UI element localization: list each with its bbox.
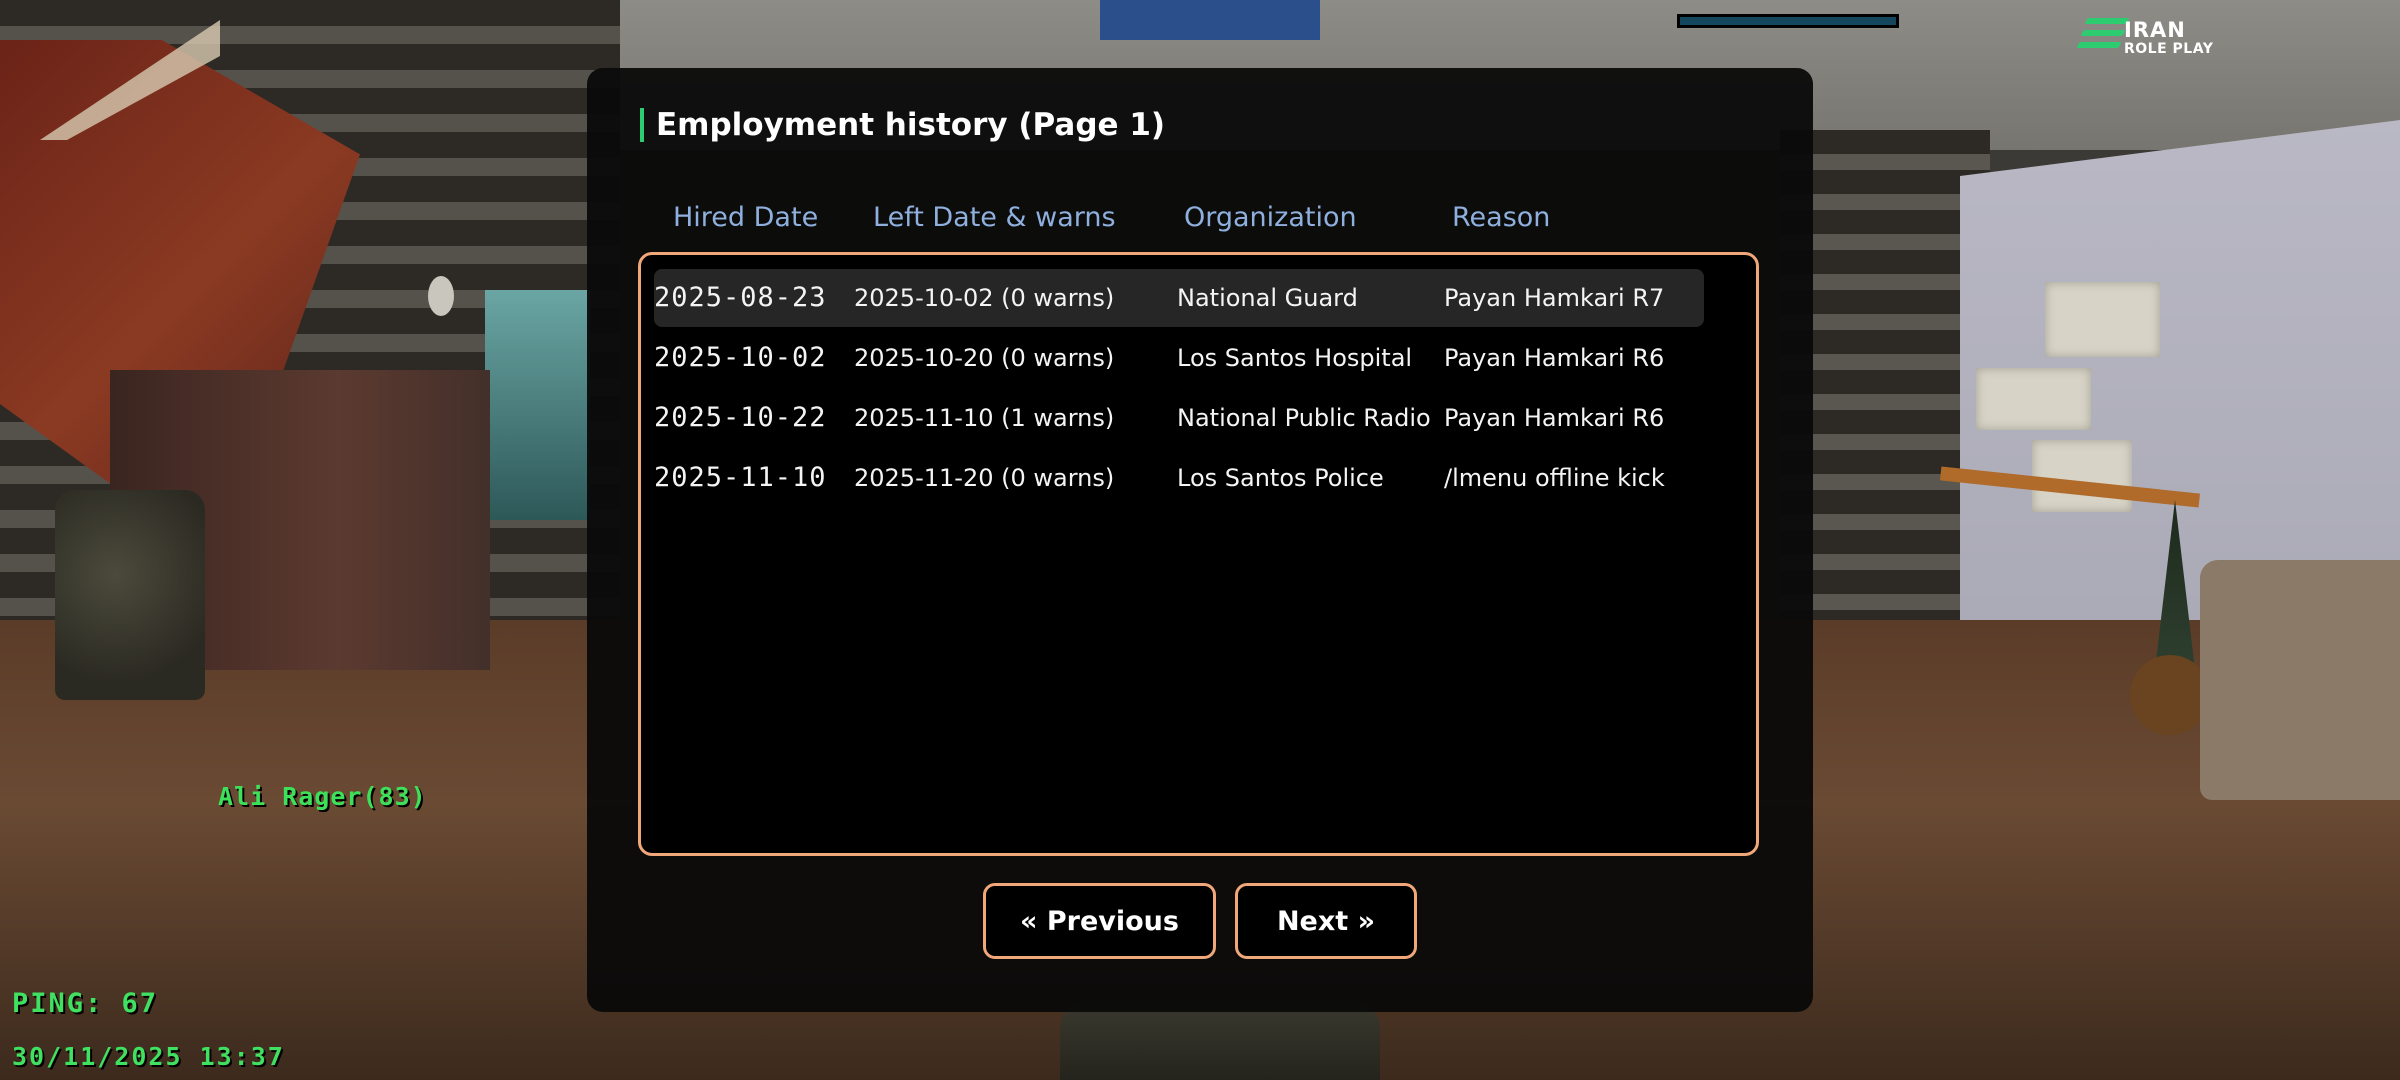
column-header-hired-date: Hired Date [673,202,819,233]
cell-reason: Payan Hamkari R6 [1444,344,1665,372]
window [485,290,590,520]
cell-hired-date: 2025-10-02 [654,342,827,373]
cell-hired-date: 2025-11-10 [654,462,827,493]
next-page-button[interactable]: Next » [1235,883,1417,959]
cell-hired-date: 2025-08-23 [654,282,827,313]
sofa [2200,560,2400,800]
cell-organization: National Guard [1177,284,1358,312]
cell-left-date: 2025-10-02 (0 warns) [854,284,1115,312]
history-table: 2025-08-23 2025-10-02 (0 warns) National… [638,252,1759,856]
cell-left-date: 2025-11-10 (1 warns) [854,404,1115,432]
cell-left-date: 2025-11-20 (0 warns) [854,464,1115,492]
table-row[interactable]: 2025-11-10 2025-11-20 (0 warns) Los Sant… [654,449,1704,507]
status-bar [1677,14,1899,28]
employment-history-dialog: Employment history (Page 1) Hired Date L… [587,68,1813,1012]
logo-text-main: IRAN [2124,18,2186,42]
dialog-header: Employment history (Page 1) [640,104,1165,146]
wall-tile [2032,440,2132,512]
title-accent-bar [640,108,644,142]
cell-organization: Los Santos Hospital [1177,344,1413,372]
logo-text-sub: ROLE PLAY [2124,41,2214,57]
date-time: 30/11/2025 13:37 [12,1042,285,1071]
column-header-left-date: Left Date & warns [873,202,1116,233]
player-character [1060,1000,1380,1080]
previous-page-button[interactable]: « Previous [983,883,1216,959]
cell-organization: Los Santos Police [1177,464,1384,492]
table-row[interactable]: 2025-10-02 2025-10-20 (0 warns) Los Sant… [654,329,1704,387]
cell-organization: National Public Radio [1177,404,1431,432]
server-logo: IRAN ROLE PLAY [2076,14,2220,62]
wall-tile [2045,282,2160,357]
wall-clock [428,276,454,316]
plant-pot [2130,655,2210,735]
column-header-reason: Reason [1452,202,1551,233]
status-bar-fill [1680,17,1896,25]
cell-hired-date: 2025-10-22 [654,402,827,433]
large-jar [55,490,205,700]
column-header-organization: Organization [1184,202,1357,233]
cell-left-date: 2025-10-20 (0 warns) [854,344,1115,372]
player-nametag: Ali Rager(83) [218,782,427,811]
ping-indicator: PING: 67 [12,988,159,1019]
dialog-title: Employment history (Page 1) [656,107,1166,143]
cell-reason: /lmenu offline kick [1444,464,1665,492]
cell-reason: Payan Hamkari R6 [1444,404,1665,432]
cell-reason: Payan Hamkari R7 [1444,284,1665,312]
ceiling-beam [1100,0,1320,40]
table-row[interactable]: 2025-10-22 2025-11-10 (1 warns) National… [654,389,1704,447]
wall-tile [1976,368,2091,430]
table-row[interactable]: 2025-08-23 2025-10-02 (0 warns) National… [654,269,1704,327]
